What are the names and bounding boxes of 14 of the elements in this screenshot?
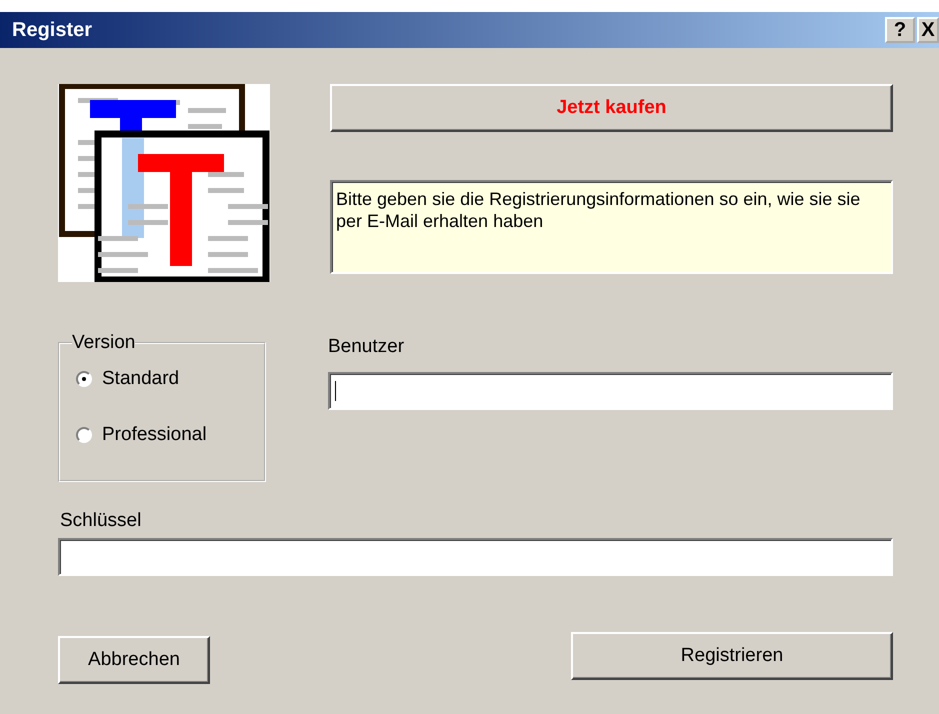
field-label: Benutzer xyxy=(328,336,406,358)
group-label: Version xyxy=(72,332,136,354)
radio-option[interactable]: Professional xyxy=(76,424,248,446)
radio-option[interactable]: Standard xyxy=(76,368,248,390)
input-field[interactable] xyxy=(328,372,893,410)
window-title: Register xyxy=(12,18,92,42)
document-logo-icon xyxy=(58,84,270,282)
field-label: Schlüssel xyxy=(60,510,142,532)
register-button[interactable]: Registrieren xyxy=(571,632,893,680)
info-text: Bitte geben sie die Registrierungsinformationen so ein, wie sie sie per E-Mail erhalten haben xyxy=(330,180,893,274)
input-field[interactable] xyxy=(58,538,893,576)
cancel-button[interactable]: Abbrechen xyxy=(58,636,210,684)
help-button[interactable]: ? xyxy=(885,17,915,43)
close-button[interactable]: X xyxy=(917,17,939,43)
